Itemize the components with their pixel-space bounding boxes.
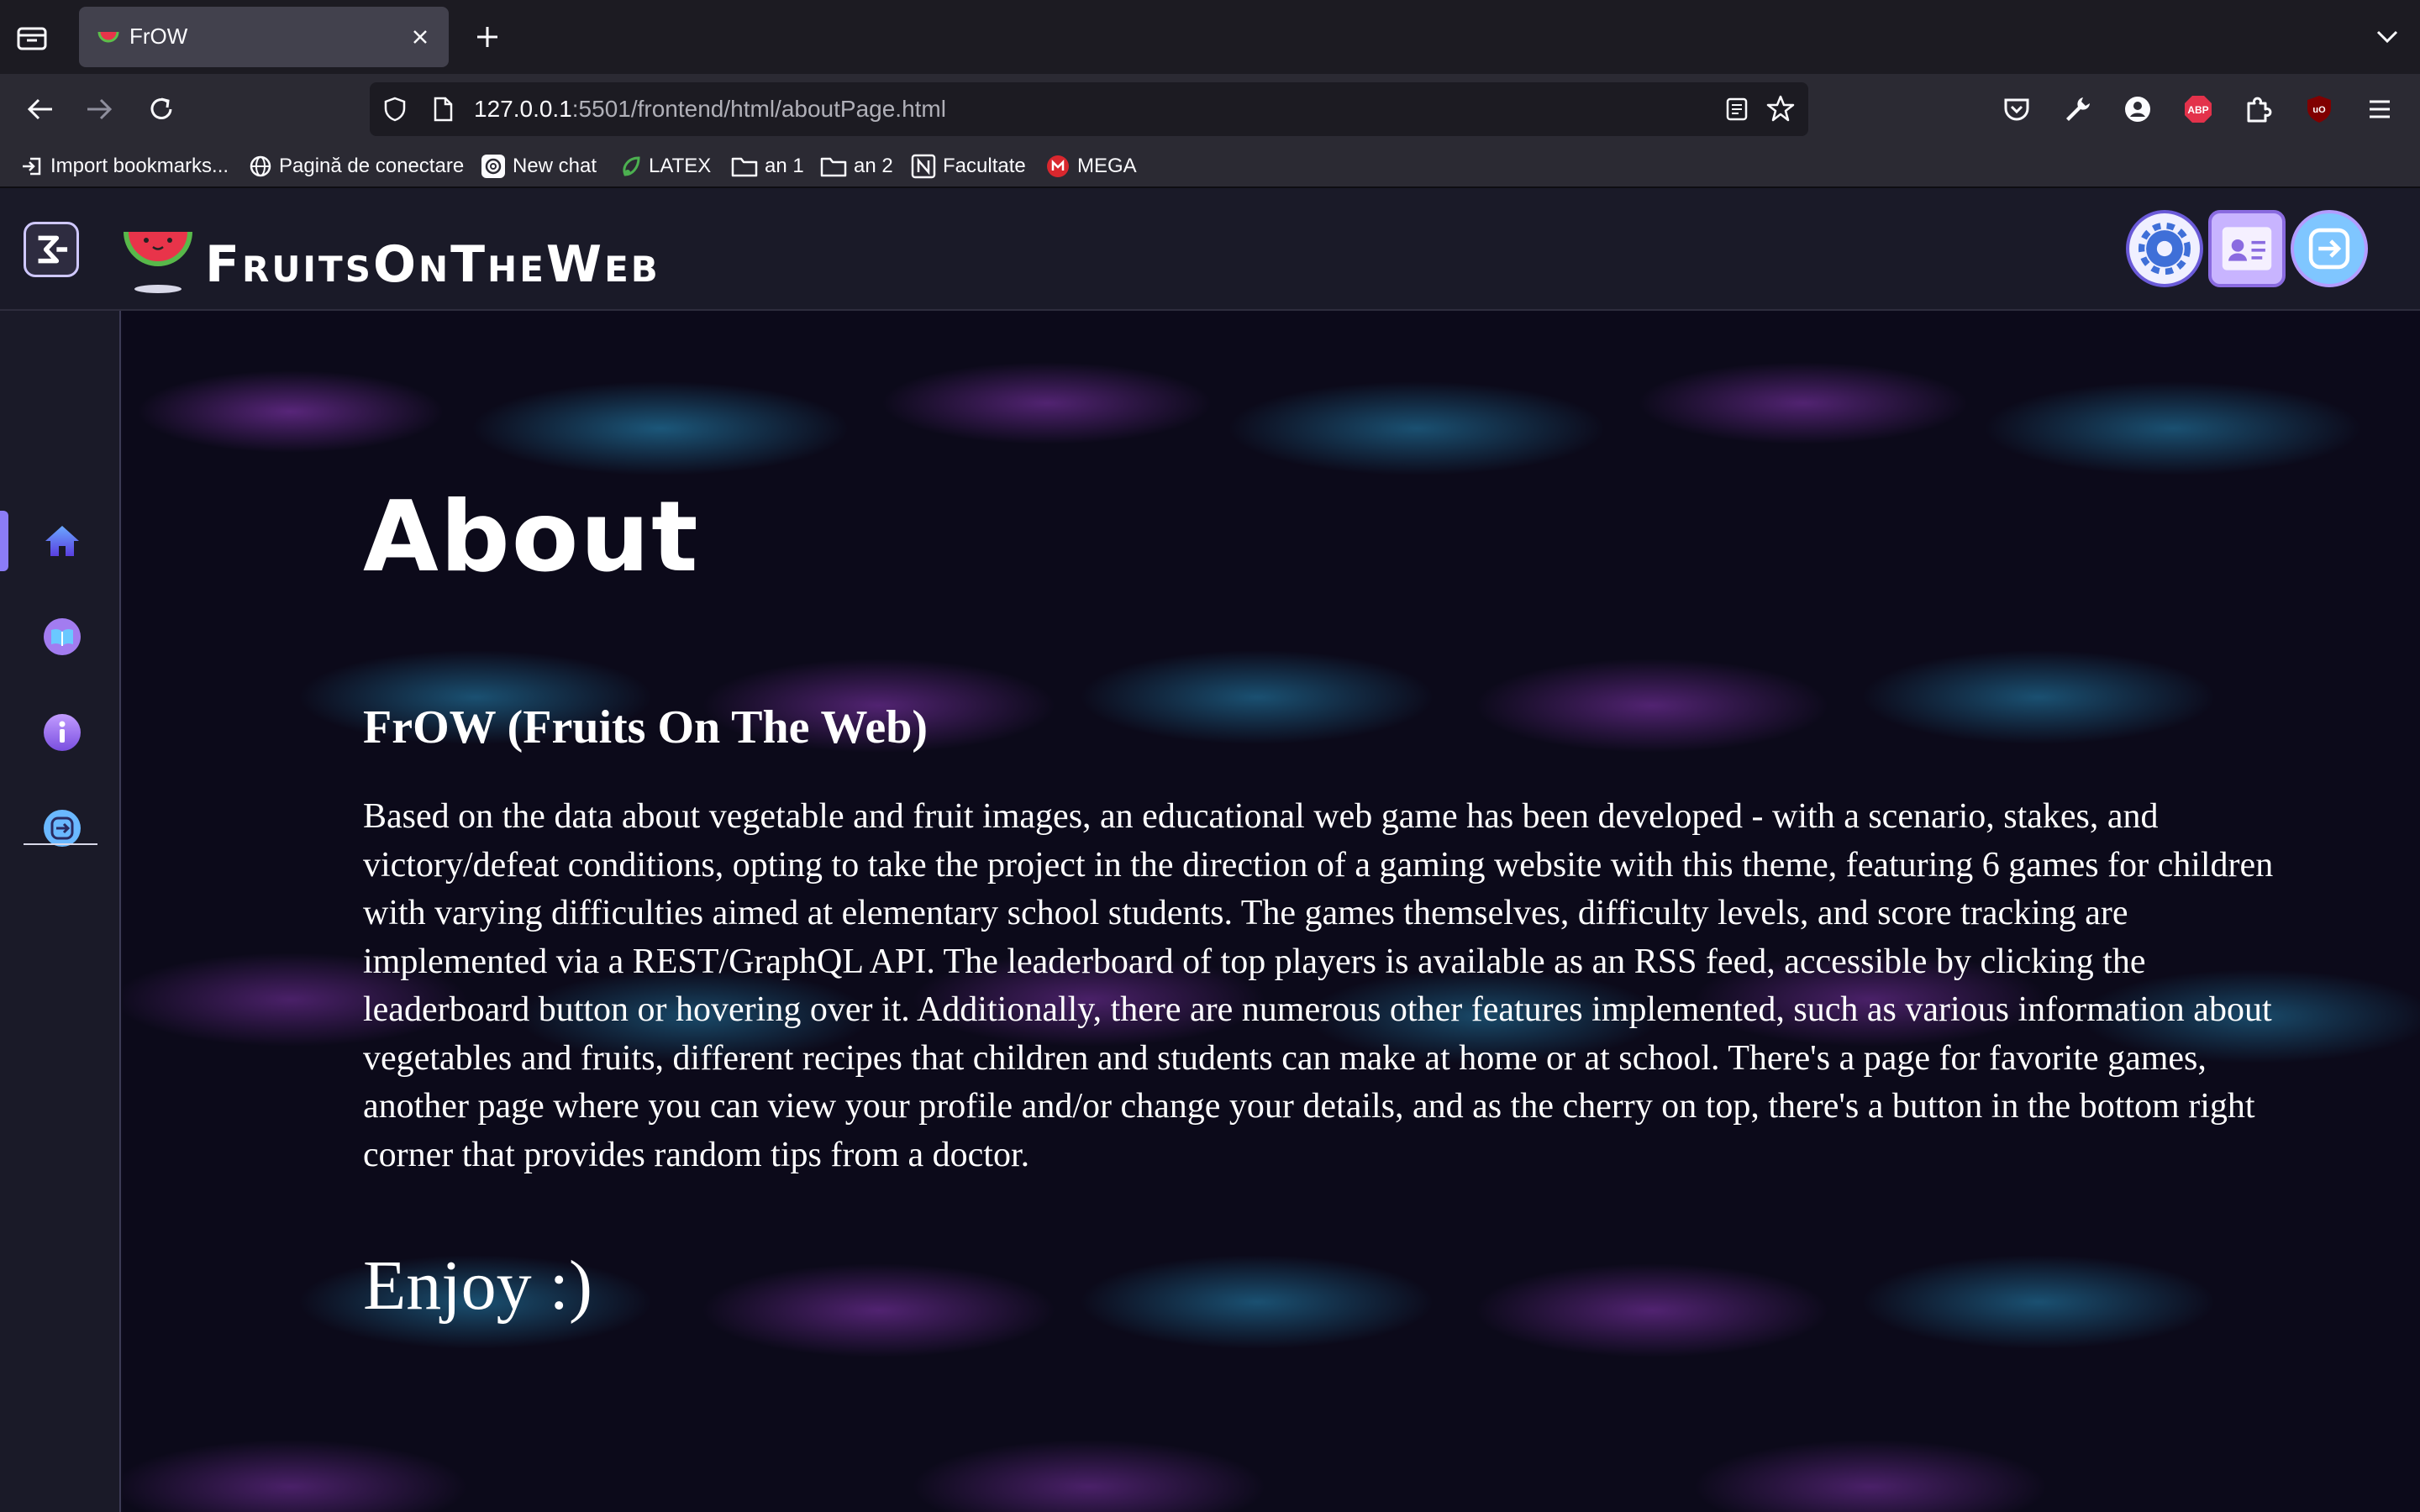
sidebar-active-indicator [0,511,8,571]
bookmarks-toolbar: Import bookmarks... Pagină de conectare … [0,144,2420,188]
overleaf-leaf-icon [623,156,640,176]
bookmark-label: an 2 [854,155,893,177]
app-header: FruitsOnTheWeb [0,188,2420,311]
url-text[interactable]: 127.0.0.1:5501/frontend/html/aboutPage.h… [474,96,946,123]
reload-icon[interactable] [145,92,178,126]
navigation-toolbar: 127.0.0.1:5501/frontend/html/aboutPage.h… [0,74,2420,144]
about-description: Based on the data about vegetable and fr… [363,797,2274,1174]
globe-icon [250,155,271,177]
page-viewport: FruitsOnTheWeb About FrOW (Fruits On The… [0,188,2420,1512]
adblock-plus-icon[interactable]: ABP [2181,92,2215,126]
url-path: :5501/frontend/html/aboutPage.html [571,96,946,122]
logout-icon[interactable] [2291,210,2368,287]
bookmark-label: an 1 [765,155,804,177]
logout-icon[interactable] [42,808,82,848]
watermelon-favicon-icon [97,31,119,43]
bookmark-star-icon[interactable] [1766,94,1795,123]
page-title: About [363,480,700,594]
page-info-icon[interactable] [430,96,455,123]
games-book-icon[interactable] [42,617,82,657]
new-tab-icon[interactable] [472,22,502,52]
url-bar[interactable]: 127.0.0.1:5501/frontend/html/aboutPage.h… [370,82,1808,136]
chevron-down-icon[interactable] [2373,24,2402,49]
bookmark-label: New chat [513,155,597,177]
hamburger-menu-icon[interactable] [2363,92,2396,126]
brand-title[interactable]: FruitsOnTheWeb [205,235,660,294]
mega-icon [1047,155,1069,177]
ublock-origin-icon[interactable]: uO [2302,92,2336,126]
extensions-puzzle-icon[interactable] [2242,92,2275,126]
back-icon[interactable] [24,92,57,126]
folder-icon [731,157,758,177]
import-icon [23,157,41,176]
folder-icon [820,157,847,177]
enjoy-text: Enjoy :) [363,1247,592,1325]
profile-card-icon[interactable] [2208,210,2286,287]
app-sidebar [0,311,121,1512]
sidebar-divider [24,843,97,845]
tracking-protection-shield-icon[interactable] [381,96,408,123]
bookmark-label: Import bookmarks... [50,155,229,177]
bookmark-label: LATEX [649,155,712,177]
bookmark-folder-an1[interactable]: an 1 [731,150,804,183]
tab-title: FrOW [129,24,188,49]
account-icon[interactable] [2121,92,2154,126]
ublock-badge: uO [2312,105,2326,115]
bookmark-facultate[interactable]: Facultate [911,150,1026,183]
bookmark-import[interactable]: Import bookmarks... [20,150,229,183]
tab-list-icon[interactable] [15,22,49,52]
bookmark-folder-an2[interactable]: an 2 [820,150,893,183]
bookmark-mega[interactable]: MEGA [1045,150,1137,183]
adblock-plus-badge: ABP [2187,104,2208,116]
browser-tab[interactable]: FrOW [79,7,449,67]
bookmark-conectare[interactable]: Pagină de conectare [249,150,464,183]
tab-bar: FrOW [0,0,2420,74]
sidebar-toggle-logo-icon[interactable] [24,222,79,277]
bookmark-label: Pagină de conectare [279,155,465,177]
home-icon[interactable] [42,521,82,561]
pocket-icon[interactable] [2000,92,2033,126]
url-host: 127.0.0.1 [474,96,572,122]
bookmark-latex[interactable]: LATEX [620,150,711,183]
bookmark-label: MEGA [1077,155,1137,177]
chatgpt-icon [481,155,505,178]
info-icon[interactable] [42,712,82,753]
close-icon[interactable] [408,25,432,49]
settings-gear-icon[interactable] [2126,210,2203,287]
bookmark-label: Facultate [943,155,1026,177]
reader-view-icon[interactable] [1724,96,1749,123]
watermelon-mascot-icon [124,231,192,293]
notion-icon [911,154,936,179]
bookmark-new-chat[interactable]: New chat [481,150,597,183]
about-subtitle: FrOW (Fruits On The Web) [363,701,929,753]
wrench-icon[interactable] [2060,92,2094,126]
about-content: About FrOW (Fruits On The Web) Based on … [123,311,2420,1512]
forward-icon[interactable] [82,92,116,126]
